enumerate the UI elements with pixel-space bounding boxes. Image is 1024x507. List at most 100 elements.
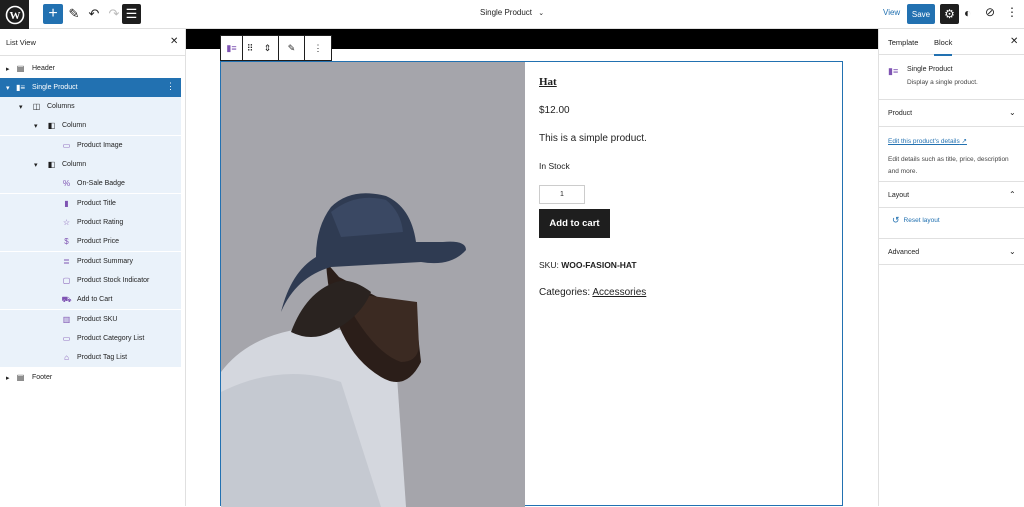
list-view-header: List View ✕ (0, 29, 185, 56)
document-title-text: Single Product (480, 8, 533, 17)
edit-link-text: Edit this product's details (888, 138, 960, 145)
view-button[interactable]: View (883, 8, 900, 17)
column-icon: ◧ (47, 160, 56, 169)
undo-icon[interactable]: ↶ (84, 4, 104, 24)
product-sku: SKU: WOO-FASION-HAT (539, 260, 637, 270)
list-item-product-price[interactable]: $ Product Price (0, 232, 181, 251)
star-icon: ☆ (62, 218, 71, 227)
categories-label: Categories: (539, 287, 591, 298)
add-block-button[interactable]: + (43, 4, 63, 24)
chevron-right-icon[interactable]: ▸ (6, 65, 10, 73)
folder-icon: ▭ (62, 334, 71, 343)
panel-product[interactable]: Product ⌄ (879, 100, 1024, 127)
product-title[interactable]: Hat (539, 76, 557, 88)
save-button[interactable]: Save (907, 4, 935, 24)
chevron-down-icon[interactable]: ▾ (19, 103, 23, 111)
list-item-header[interactable]: ▸ ▤ Header (0, 59, 181, 78)
chevron-down-icon: ⌄ (538, 10, 545, 17)
list-item-label: On-Sale Badge (77, 180, 125, 187)
panel-layout[interactable]: Layout ⌃ (879, 181, 1024, 208)
list-item-column[interactable]: ▾ ◧ Column (0, 155, 181, 174)
quantity-input[interactable]: 1 (539, 185, 585, 204)
tab-block[interactable]: Block (934, 38, 953, 56)
tools-pen-icon[interactable]: ✎ (64, 4, 84, 24)
sku-label: SKU: (539, 260, 559, 270)
category-link[interactable]: Accessories (592, 287, 646, 298)
block-options-kebab-icon[interactable]: ⋮ (305, 36, 331, 60)
compass-icon[interactable]: ⊘ (985, 5, 995, 19)
chevron-up-icon[interactable]: ⌃ (1009, 190, 1016, 199)
sku-value: WOO-FASION-HAT (561, 260, 637, 270)
list-item-product-title[interactable]: ▮ Product Title (0, 194, 181, 213)
list-item-product-sku[interactable]: ▥ Product SKU (0, 310, 181, 329)
block-card: ▮≡ Single Product Display a single produ… (879, 56, 1024, 100)
drag-handle-icon[interactable]: ⠿ (243, 36, 257, 60)
tag-icon: ⌂ (64, 353, 69, 362)
chevron-right-icon[interactable]: ▸ (6, 374, 10, 382)
product-category-list: Categories: Accessories (539, 287, 646, 298)
edit-product-details-link[interactable]: Edit this product's details ↗ (888, 137, 967, 145)
chevron-down-icon[interactable]: ⌄ (1009, 108, 1016, 117)
list-item-columns[interactable]: ▾ ◫ Columns (0, 97, 181, 116)
document-title[interactable]: Single Product ⌄ (480, 8, 544, 17)
styles-contrast-icon[interactable]: ◐ (964, 6, 971, 20)
tab-template[interactable]: Template (888, 38, 918, 47)
list-item-add-to-cart[interactable]: ⛟ Add to Cart (0, 290, 181, 309)
list-item-label: Product Price (77, 238, 120, 245)
list-item-label: Product Image (77, 142, 123, 149)
list-item-product-image[interactable]: ▭ Product Image (0, 136, 181, 155)
list-item-label: Columns (47, 103, 75, 110)
barcode-icon: ▥ (62, 315, 71, 324)
chevron-down-icon[interactable]: ▾ (6, 84, 10, 92)
list-item-label: Product SKU (77, 316, 118, 323)
move-up-down-icon[interactable]: ⇕ (257, 36, 279, 60)
editor-canvas[interactable]: Hat $12.00 This is a simple product. In … (186, 29, 878, 507)
settings-gear-icon[interactable]: ⚙ (940, 4, 959, 24)
list-item-product-stock-indicator[interactable]: ▢ Product Stock Indicator (0, 271, 181, 290)
external-link-icon: ↗ (961, 138, 967, 145)
list-item-label: Column (62, 161, 87, 168)
list-item-label: Header (32, 65, 55, 72)
single-product-block[interactable]: Hat $12.00 This is a simple product. In … (220, 61, 843, 507)
redo-icon[interactable]: ↷ (104, 4, 124, 24)
list-item-label: Column (62, 122, 87, 129)
dollar-circle-icon: $ (64, 237, 69, 246)
summary-doc-icon: ≣ (63, 257, 70, 266)
list-item-product-rating[interactable]: ☆ Product Rating (0, 213, 181, 232)
product-stock-indicator: In Stock (539, 161, 570, 171)
product-image[interactable] (221, 62, 525, 507)
chevron-down-icon[interactable]: ▾ (34, 161, 38, 169)
list-item-footer[interactable]: ▸ ▤ Footer (0, 368, 181, 387)
list-item-product-category-list[interactable]: ▭ Product Category List (0, 329, 181, 348)
block-card-description: Display a single product. (907, 79, 978, 86)
close-icon[interactable]: ✕ (170, 36, 178, 47)
template-part-icon: ▤ (16, 64, 25, 73)
list-item-product-tag-list[interactable]: ⌂ Product Tag List (0, 348, 181, 367)
single-product-block-icon[interactable]: ▮≡ (221, 36, 243, 60)
settings-sidebar: Template Block ✕ ▮≡ Single Product Displ… (878, 29, 1024, 506)
single-product-icon: ▮≡ (888, 66, 899, 76)
options-kebab-icon[interactable]: ⋮ (1006, 5, 1018, 19)
list-item-column[interactable]: ▾ ◧ Column (0, 116, 181, 135)
list-item-single-product[interactable]: ▾ ▮≡ Single Product ⋮ (0, 78, 181, 97)
list-item-product-summary[interactable]: ≣ Product Summary (0, 252, 181, 271)
block-card-title: Single Product (907, 66, 953, 73)
close-icon[interactable]: ✕ (1010, 36, 1018, 47)
list-view-toggle-icon[interactable]: ☰ (122, 4, 141, 24)
reset-layout-label: Reset layout (903, 217, 940, 224)
columns-icon: ◫ (32, 102, 41, 111)
list-item-label: Product Title (77, 200, 116, 207)
list-item-label: Footer (32, 374, 53, 381)
edit-pencil-icon[interactable]: ✎ (279, 36, 305, 60)
more-options-kebab-icon[interactable]: ⋮ (166, 81, 175, 92)
reset-layout-button[interactable]: ↺ Reset layout (892, 215, 940, 226)
wordpress-logo-icon[interactable]: W (0, 0, 29, 29)
single-product-icon: ▮≡ (15, 83, 26, 92)
add-to-cart-button[interactable]: Add to cart (539, 209, 610, 238)
list-view-panel: List View ✕ ▸ ▤ Header ▾ ▮≡ Single Produ… (0, 29, 186, 506)
chevron-down-icon[interactable]: ⌄ (1009, 247, 1016, 256)
list-item-on-sale-badge[interactable]: % On-Sale Badge (0, 174, 181, 193)
panel-advanced[interactable]: Advanced ⌄ (879, 238, 1024, 265)
percent-icon: % (62, 179, 71, 188)
chevron-down-icon[interactable]: ▾ (34, 122, 38, 130)
